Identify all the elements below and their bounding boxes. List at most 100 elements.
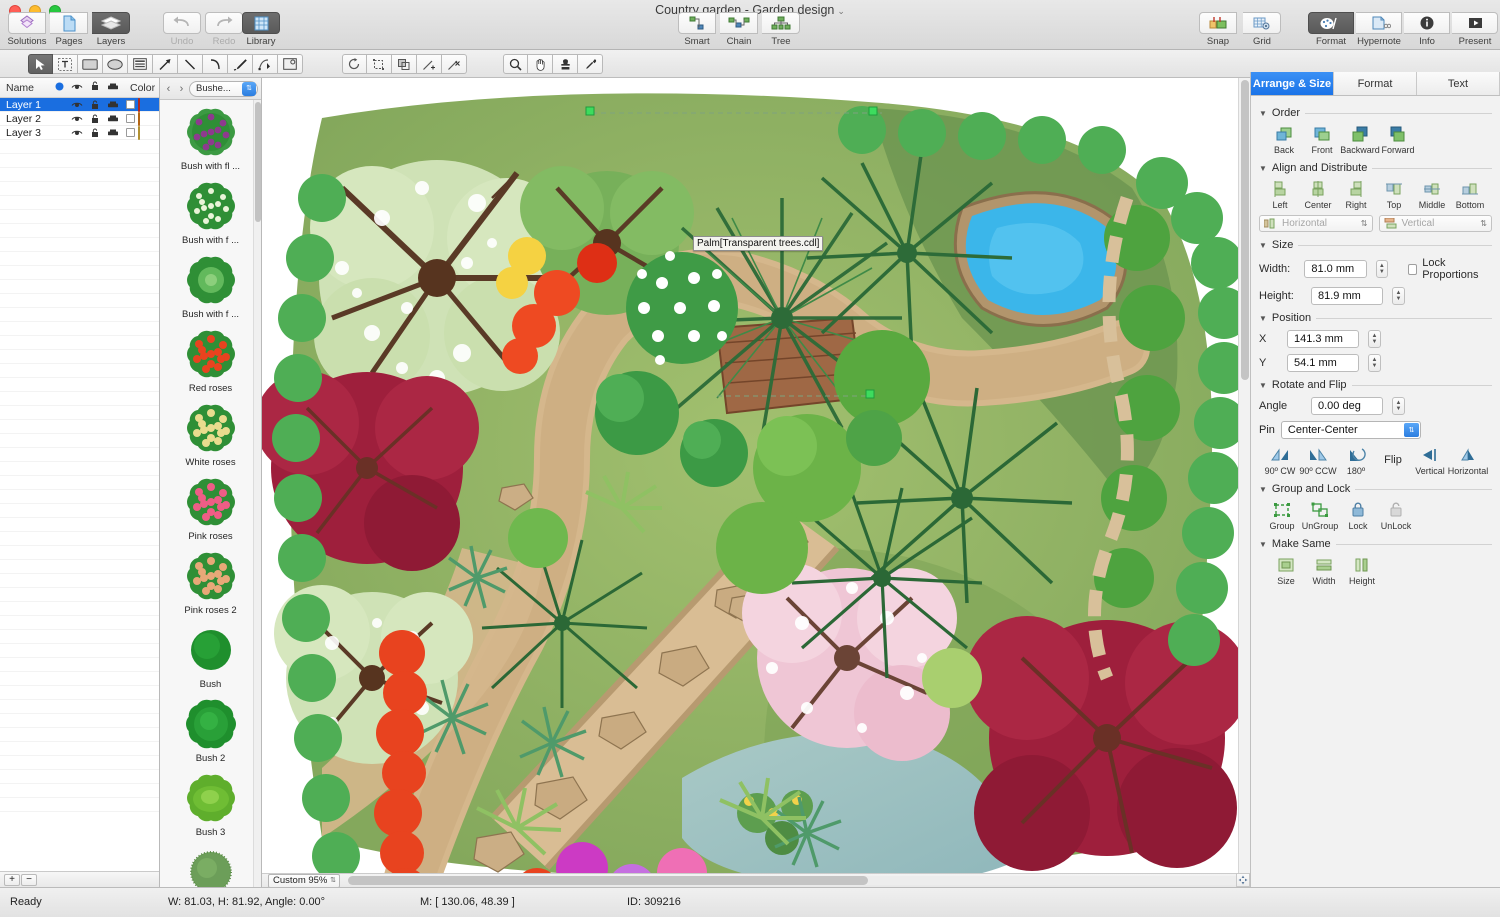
layer-print-icon[interactable] — [104, 129, 122, 137]
align-button-middle[interactable]: Middle — [1413, 179, 1451, 210]
align-button-center[interactable]: Center — [1299, 179, 1337, 210]
canvas-vertical-scrollbar-thumb[interactable] — [1241, 80, 1249, 380]
align-button-top[interactable]: Top — [1375, 179, 1413, 210]
chevron-right-icon[interactable]: › — [176, 83, 187, 95]
chevron-updown-icon[interactable]: ⇅ — [1361, 219, 1368, 228]
group-button[interactable]: Group — [1263, 500, 1301, 531]
flip-button-vertical[interactable]: Vertical — [1411, 445, 1449, 476]
width-input[interactable]: 81.0 mm — [1304, 260, 1368, 278]
remove-point-tool-icon[interactable] — [442, 54, 467, 74]
chevron-down-icon[interactable]: ⌄ — [837, 6, 845, 16]
flip-button-horizontal[interactable]: Horizontal — [1448, 445, 1488, 476]
library-scrollbar-thumb[interactable] — [255, 102, 261, 222]
library-item[interactable]: Bush 4 — [160, 840, 261, 887]
library-item[interactable]: Bush with f ... — [160, 248, 261, 322]
layer-row[interactable]: Layer 1 — [0, 97, 159, 112]
library-item[interactable]: Bush with f ... — [160, 174, 261, 248]
make-same-height-button[interactable]: Height — [1343, 555, 1381, 586]
crop-tool-icon[interactable] — [367, 54, 392, 74]
chevron-updown-icon[interactable]: ⇅ — [330, 877, 336, 884]
library-item[interactable]: Bush 2 — [160, 692, 261, 766]
add-layer-button[interactable]: + — [4, 873, 20, 886]
library-item[interactable]: Bush — [160, 618, 261, 692]
layer-lock-icon[interactable] — [86, 100, 104, 110]
library-scrollbar[interactable] — [253, 100, 261, 887]
mask-tool-icon[interactable] — [392, 54, 417, 74]
toolbar-button-tree[interactable]: Tree — [760, 12, 802, 47]
line-tool-icon[interactable] — [178, 54, 203, 74]
distribute-vertical-select[interactable]: Vertical ⇅ — [1378, 215, 1492, 232]
library-item[interactable]: Pink roses 2 — [160, 544, 261, 618]
section-header-position[interactable]: ▼ Position — [1259, 312, 1492, 324]
make-same-width-button[interactable]: Width — [1305, 555, 1343, 586]
layer-color-checkbox[interactable] — [122, 128, 138, 137]
ellipse-tool-icon[interactable] — [103, 54, 128, 74]
layer-color-checkbox[interactable] — [122, 114, 138, 123]
order-button-front[interactable]: Front — [1303, 124, 1341, 155]
toolbar-button-hypernote[interactable]: Hypernote — [1355, 12, 1403, 47]
distribute-horizontal-select[interactable]: Horizontal ⇅ — [1259, 215, 1373, 232]
hand-tool-icon[interactable] — [528, 54, 553, 74]
chevron-updown-icon[interactable]: ⇅ — [242, 81, 256, 96]
tab-arrange-and-size[interactable]: Arrange & Size — [1251, 72, 1334, 95]
add-point-tool-icon[interactable] — [417, 54, 442, 74]
toolbar-button-redo[interactable]: Redo — [203, 12, 245, 47]
unlock-button[interactable]: UnLock — [1377, 500, 1415, 531]
garden-plan-drawing[interactable] — [262, 78, 1250, 887]
canvas-horizontal-scrollbar-thumb[interactable] — [348, 876, 868, 885]
library-category-select[interactable]: Bushe... ⇅ — [189, 80, 258, 97]
disclosure-triangle-icon[interactable]: ▼ — [1259, 485, 1267, 494]
order-button-backward[interactable]: Backward — [1340, 124, 1380, 155]
lock-button[interactable]: Lock — [1339, 500, 1377, 531]
section-header-order[interactable]: ▼ Order — [1259, 107, 1492, 119]
disclosure-triangle-icon[interactable]: ▼ — [1259, 540, 1267, 549]
angle-stepper[interactable]: ▲ ▼ — [1392, 397, 1405, 415]
section-header-group[interactable]: ▼ Group and Lock — [1259, 483, 1492, 495]
library-item[interactable]: Red roses — [160, 322, 261, 396]
disclosure-triangle-icon[interactable]: ▼ — [1259, 109, 1267, 118]
rectangle-tool-icon[interactable] — [78, 54, 103, 74]
align-button-right[interactable]: Right — [1337, 179, 1375, 210]
align-button-bottom[interactable]: Bottom — [1451, 179, 1489, 210]
library-item[interactable]: Bush with fl ... — [160, 100, 261, 174]
image-tool-icon[interactable] — [278, 54, 303, 74]
rotate-tool-icon[interactable] — [342, 54, 367, 74]
layer-visible-icon[interactable] — [68, 129, 86, 137]
toolbar-button-format[interactable]: Format — [1307, 12, 1355, 47]
layer-visible-icon[interactable] — [68, 115, 86, 123]
ungroup-button[interactable]: UnGroup — [1301, 500, 1339, 531]
rotate-button-180[interactable]: 180º — [1337, 445, 1375, 476]
disclosure-triangle-icon[interactable]: ▼ — [1259, 241, 1267, 250]
height-input[interactable]: 81.9 mm — [1311, 287, 1383, 305]
library-item[interactable]: White roses — [160, 396, 261, 470]
toolbar-button-info[interactable]: Info — [1403, 12, 1451, 47]
section-header-size[interactable]: ▼ Size — [1259, 239, 1492, 251]
toolbar-button-solutions[interactable]: Solutions — [6, 12, 48, 47]
layer-color-checkbox[interactable] — [122, 100, 138, 109]
canvas-horizontal-scrollbar[interactable] — [348, 876, 1246, 885]
height-stepper[interactable]: ▲ ▼ — [1392, 287, 1405, 305]
position-x-stepper[interactable]: ▲ ▼ — [1368, 330, 1381, 348]
arrow-line-tool-icon[interactable] — [153, 54, 178, 74]
design-canvas[interactable]: Palm[Transparent trees.cdl] — [262, 78, 1250, 887]
disclosure-triangle-icon[interactable]: ▼ — [1259, 314, 1267, 323]
canvas-zoom-select[interactable]: Custom 95% ⇅ — [268, 873, 340, 888]
bezier-tool-icon[interactable] — [253, 54, 278, 74]
pan-navigator-button[interactable] — [1236, 873, 1250, 887]
layer-color-swatch[interactable] — [138, 125, 140, 140]
magnifier-tool-icon[interactable] — [503, 54, 528, 74]
position-x-input[interactable]: 141.3 mm — [1287, 330, 1359, 348]
pen-tool-icon[interactable] — [228, 54, 253, 74]
pointer-tool-icon[interactable] — [28, 54, 53, 74]
layer-visible-icon[interactable] — [68, 101, 86, 109]
white-flower-bush[interactable] — [626, 251, 738, 365]
layer-row[interactable]: Layer 2 — [0, 111, 159, 126]
toolbar-button-snap[interactable]: Snap — [1196, 12, 1240, 47]
make-same-size-button[interactable]: Size — [1267, 555, 1305, 586]
toolbar-button-present[interactable]: Present — [1451, 12, 1499, 47]
library-item[interactable]: Bush 3 — [160, 766, 261, 840]
width-stepper[interactable]: ▲ ▼ — [1376, 260, 1388, 278]
layer-active-dot[interactable] — [50, 100, 68, 109]
lock-proportions-checkbox[interactable] — [1407, 263, 1418, 275]
canvas-vertical-scrollbar[interactable] — [1238, 78, 1250, 873]
